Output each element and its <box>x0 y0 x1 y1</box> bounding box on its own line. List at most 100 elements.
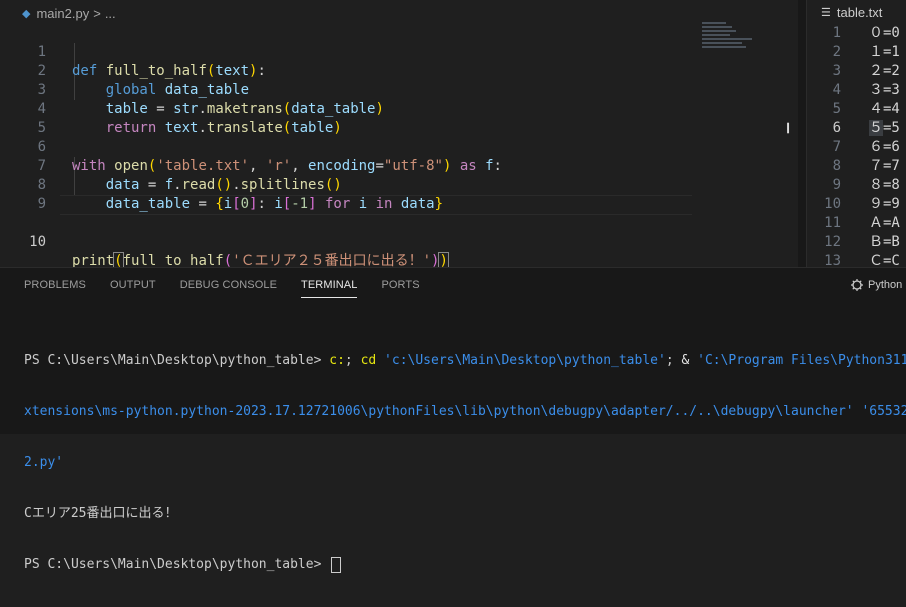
python-file-icon: ◆ <box>22 7 31 20</box>
table-entry: ４=4 <box>869 100 900 119</box>
table-entry: ０=0 <box>869 24 900 43</box>
bracket: ( <box>223 253 233 267</box>
tab-terminal[interactable]: TERMINAL <box>301 279 358 298</box>
line-number: 1 <box>832 25 841 41</box>
table-entry: ９=9 <box>869 195 900 214</box>
table-line[interactable]: 12 Ｂ=B <box>807 233 906 252</box>
code-line[interactable]: 1 def full_to_half(text): <box>0 24 798 79</box>
operator: & <box>681 353 690 368</box>
separator: ; <box>344 353 361 368</box>
table-lines[interactable]: 1 ０=0 2 １=1 3 ２=2 4 ３=3 5 ４=4 6 ５=5 7 ６=6 8 ７=7 9 ８=8 10 ９=… <box>807 24 906 267</box>
line-number: 5 <box>832 101 841 117</box>
fullwidth-char: ９ <box>869 196 883 212</box>
fullwidth-char: ３ <box>869 82 883 98</box>
path: 'C:\Program Files\Python311\python.exe' <box>697 353 906 368</box>
separator: ; <box>665 353 682 368</box>
terminal-output[interactable]: PS C:\Users\Main\Desktop\python_table> c… <box>24 318 906 607</box>
table-line[interactable]: 6 ５=5 <box>807 119 906 138</box>
code-line[interactable]: 9 <box>0 176 798 212</box>
text-lines-icon: ☰ <box>821 7 831 19</box>
table-entry: ３=3 <box>869 81 900 100</box>
line-number: 10 <box>29 234 46 250</box>
halfwidth-mapping: =5 <box>883 120 900 136</box>
table-entry: １=1 <box>869 43 900 62</box>
code-line[interactable]: 2 global data_table <box>0 43 798 98</box>
table-line[interactable]: 11 Ａ=A <box>807 214 906 233</box>
halfwidth-mapping: =3 <box>883 82 900 98</box>
fullwidth-char: Ａ <box>869 215 883 231</box>
code-line[interactable]: 8 data_table = {i[0]: i[-1] for i in dat… <box>0 157 798 212</box>
text-cursor <box>447 253 449 267</box>
halfwidth-mapping: =0 <box>883 25 900 41</box>
function-call: full_to_half <box>122 253 224 267</box>
command: c: <box>329 353 345 368</box>
terminal-profile[interactable]: Python <box>850 278 902 292</box>
table-line[interactable]: 3 ２=2 <box>807 62 906 81</box>
table-entry: Ａ=A <box>869 214 900 233</box>
code-line[interactable]: 3 table = str.maketrans(data_table) <box>0 62 798 117</box>
table-entry: ８=8 <box>869 176 900 195</box>
tab-table-txt[interactable]: ☰ table.txt <box>821 5 882 20</box>
tab-label: table.txt <box>836 5 883 20</box>
string: 'Ｃエリア２５番出口に出る！' <box>232 253 432 267</box>
line-number: 7 <box>832 139 841 155</box>
code-line[interactable]: 5 <box>0 100 798 136</box>
table-entry: ７=7 <box>869 157 900 176</box>
table-entry: ５=5 <box>869 119 900 138</box>
terminal-line: 2.py' <box>24 455 64 470</box>
code-editor[interactable]: ◆ main2.py > ... 1 def full_to_half(text… <box>0 0 798 267</box>
table-entry: Ｃ=C <box>869 252 900 267</box>
table-entry: ２=2 <box>869 62 900 81</box>
table-line[interactable]: 2 １=1 <box>807 43 906 62</box>
halfwidth-mapping: =8 <box>883 177 900 193</box>
fullwidth-char: ５ <box>869 120 883 136</box>
fullwidth-char: ７ <box>869 158 883 174</box>
terminal-cursor <box>331 556 342 573</box>
breadcrumb: ◆ main2.py > ... <box>22 5 116 21</box>
breadcrumb-file[interactable]: main2.py <box>36 6 89 21</box>
halfwidth-mapping: =7 <box>883 158 900 174</box>
code-lines[interactable]: 1 def full_to_half(text): 2 global data_… <box>0 24 798 267</box>
breadcrumb-more[interactable]: ... <box>105 6 116 21</box>
terminal-line: PS C:\Users\Main\Desktop\python_table> <box>24 556 906 573</box>
tab-problems[interactable]: PROBLEMS <box>24 279 86 297</box>
prompt: PS C:\Users\Main\Desktop\python_table> <box>24 353 330 368</box>
code-line[interactable]: 6 with open('table.txt', 'r', encoding="… <box>0 119 798 174</box>
fullwidth-char: ０ <box>869 25 883 41</box>
line-number: 12 <box>824 234 841 250</box>
code-line[interactable]: 4 return text.translate(table) <box>0 81 798 136</box>
fullwidth-char: １ <box>869 44 883 60</box>
tab-output[interactable]: OUTPUT <box>110 279 156 297</box>
chevron-right-icon: > <box>93 5 101 21</box>
line-number: 11 <box>824 215 841 231</box>
table-entry: Ｂ=B <box>869 233 900 252</box>
tab-ports[interactable]: PORTS <box>381 279 419 297</box>
terminal-line: xtensions\ms-python.python-2023.17.12721… <box>24 404 906 419</box>
line-number: 3 <box>832 63 841 79</box>
table-line[interactable]: 5 ４=4 <box>807 100 906 119</box>
line-number: 13 <box>824 253 841 267</box>
code-line-active[interactable]: 10 print(full_to_half('Ｃエリア２５番出口に出る！')) <box>0 195 798 267</box>
halfwidth-mapping: =9 <box>883 196 900 212</box>
secondary-editor[interactable]: ☰ table.txt 1 ０=0 2 １=1 3 ２=2 4 ３=3 5 ４=4 6 ５=5 7 ６=6… <box>806 0 906 267</box>
prompt: PS C:\Users\Main\Desktop\python_table> <box>24 557 330 572</box>
program-output: Cエリア25番出口に出る！ <box>24 506 178 521</box>
table-line[interactable]: 8 ７=7 <box>807 157 906 176</box>
table-line[interactable]: 9 ８=8 <box>807 176 906 195</box>
editor-scrollbar[interactable] <box>798 0 806 267</box>
bottom-panel: PROBLEMS OUTPUT DEBUG CONSOLE TERMINAL P… <box>0 267 906 573</box>
table-line[interactable]: 1 ０=0 <box>807 24 906 43</box>
halfwidth-mapping: =B <box>883 234 900 250</box>
tab-debug-console[interactable]: DEBUG CONSOLE <box>180 279 277 297</box>
command: cd <box>360 353 377 368</box>
ibeam-cursor-icon: Ⅰ <box>786 121 791 137</box>
code-line[interactable]: 7 data = f.read().splitlines() <box>0 138 798 193</box>
table-line[interactable]: 13 Ｃ=C <box>807 252 906 267</box>
halfwidth-mapping: =C <box>883 253 900 267</box>
function-call: print <box>72 253 115 267</box>
table-line[interactable]: 10 ９=9 <box>807 195 906 214</box>
fullwidth-char: ６ <box>869 139 883 155</box>
table-line[interactable]: 7 ６=6 <box>807 138 906 157</box>
table-line[interactable]: 4 ３=3 <box>807 81 906 100</box>
fullwidth-char: ８ <box>869 177 883 193</box>
